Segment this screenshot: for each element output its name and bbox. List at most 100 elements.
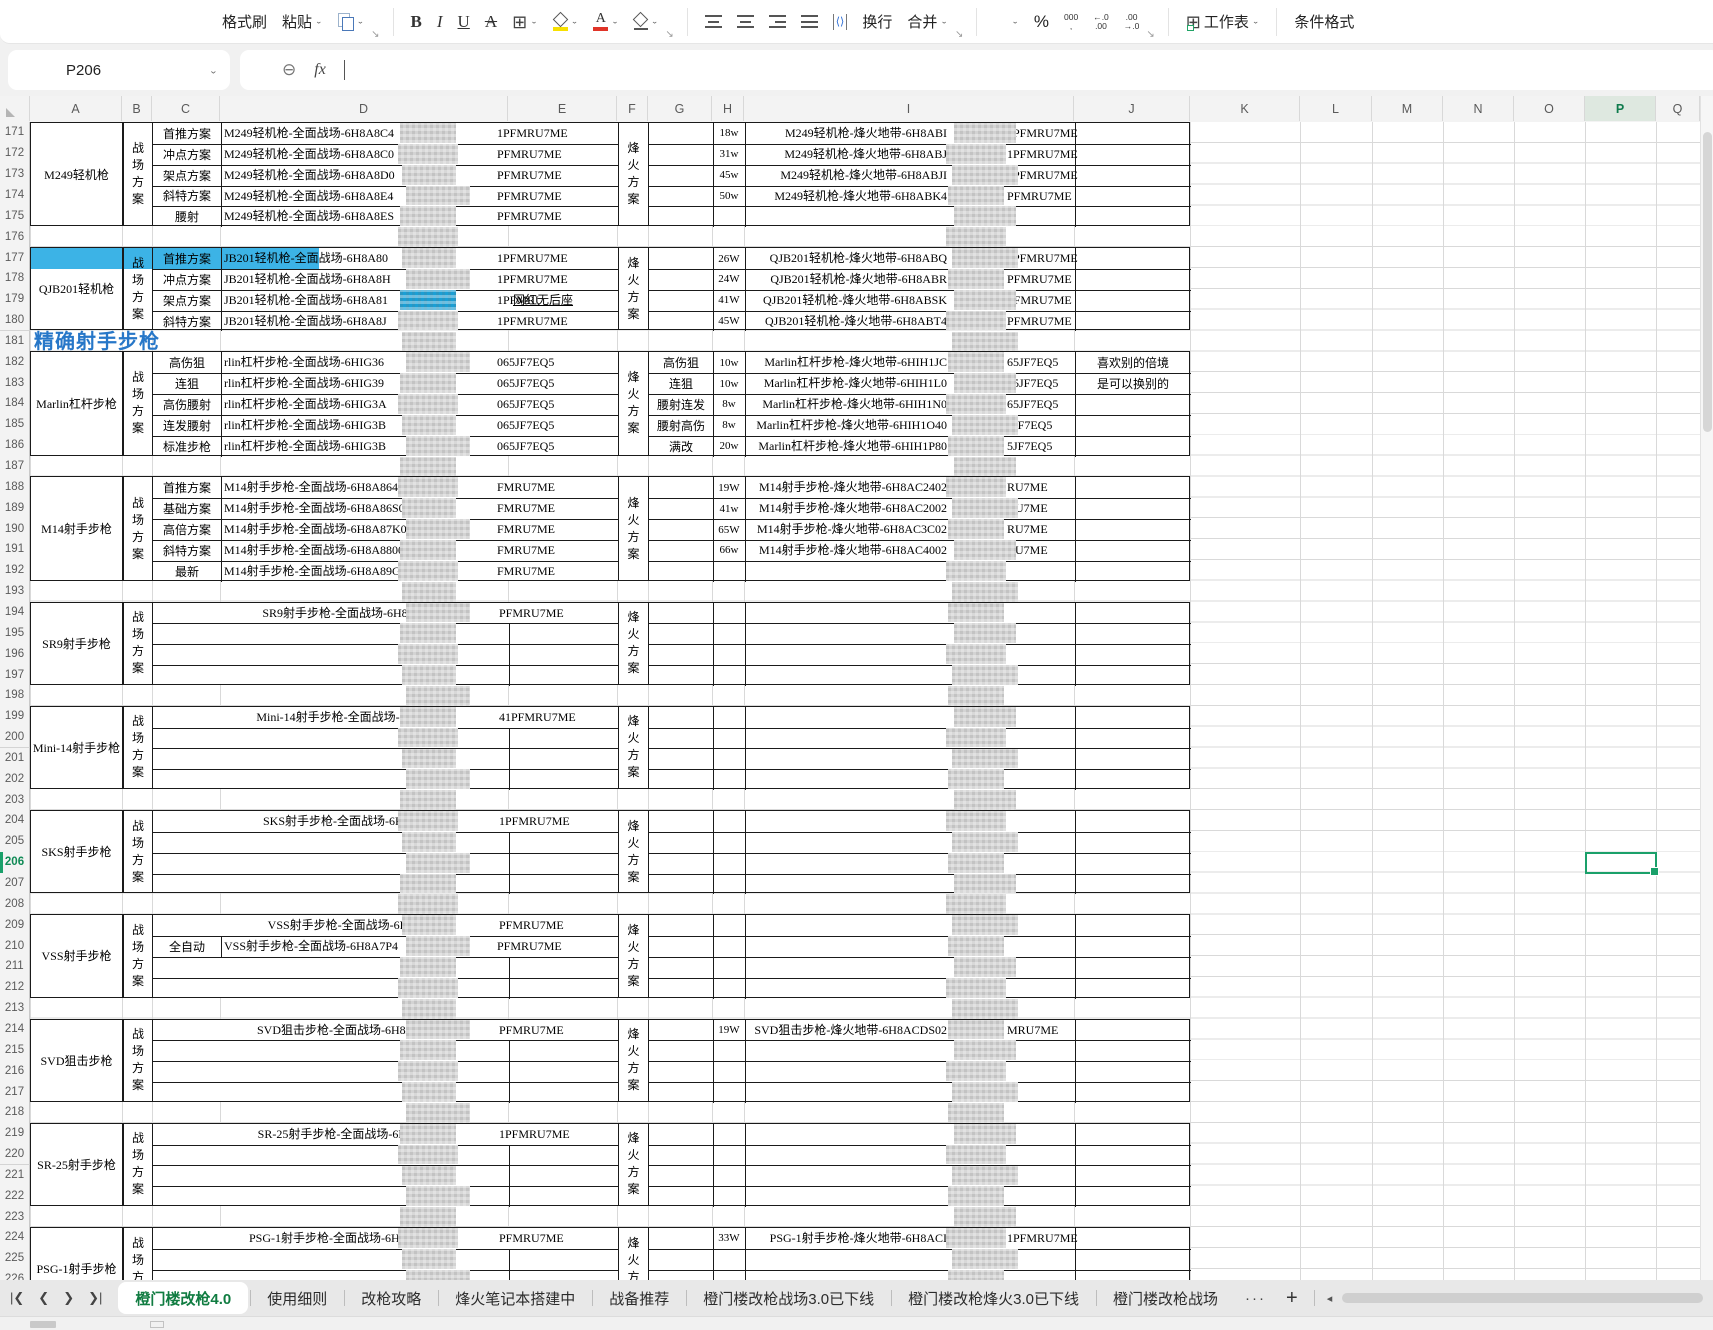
scroll-left-icon[interactable]: ◂	[1321, 1292, 1339, 1305]
cell-code-bonfire[interactable]: M14射手步枪-烽火地带-6H8AC3C02 RU7ME	[745, 519, 1075, 540]
row-header-213[interactable]: 213	[0, 997, 30, 1020]
add-sheet-button[interactable]: +	[1276, 1287, 1308, 1310]
conditional-format-button[interactable]: 条件格式	[1294, 11, 1354, 32]
row-header-199[interactable]: 199	[0, 705, 30, 728]
cell-scheme-label[interactable]: 基础方案	[153, 498, 221, 519]
cell-scheme-label[interactable]: 架点方案	[153, 165, 221, 186]
row-header-202[interactable]: 202	[0, 768, 30, 791]
cell-battlefield-scheme[interactable]: 战场方案	[123, 915, 153, 997]
cell-code-bonfire[interactable]: M249轻机枪-烽火地带-6H8ABK4 PFMRU7ME	[745, 186, 1075, 207]
wrap-text-button[interactable]: 换行	[862, 11, 892, 32]
cell-scheme-label[interactable]: 冲点方案	[153, 269, 221, 290]
cell-remark[interactable]: 喜欢别的倍境	[1075, 352, 1191, 373]
align-top-button[interactable]	[704, 15, 722, 28]
row-header-215[interactable]: 215	[0, 1039, 30, 1062]
cell-scheme-label[interactable]: 架点方案	[153, 290, 221, 311]
sheet-tab-橙门楼改枪战场3.0已下线[interactable]: 橙门楼改枪战场3.0已下线	[686, 1280, 891, 1316]
decrease-decimal-button[interactable]: ←.0.00	[1093, 12, 1109, 31]
format-painter-button[interactable]: 格式刷	[222, 11, 267, 32]
row-header-222[interactable]: 222	[0, 1185, 30, 1208]
row-header-210[interactable]: 210	[0, 935, 30, 957]
cell-code-battlefield[interactable]: Mini-14射手步枪-全面战场-6H8A7 41PFMRU7ME	[153, 707, 618, 728]
cell-price[interactable]: 41w	[713, 498, 745, 519]
paste-special-button[interactable]: ⌄	[337, 13, 364, 31]
column-header-Q[interactable]: Q	[1656, 96, 1700, 121]
column-header-B[interactable]: B	[122, 96, 152, 121]
row-header-207[interactable]: 207	[0, 872, 30, 895]
row-header-178[interactable]: 178	[0, 267, 30, 290]
cell-code-bonfire[interactable]: M14射手步枪-烽火地带-6H8AC2402 RU7ME	[745, 477, 1075, 498]
cell-price[interactable]: 19W	[713, 1020, 745, 1041]
column-header-P[interactable]: P	[1585, 96, 1656, 121]
text-direction-icon[interactable]: ⟨⟩	[832, 13, 848, 30]
name-box[interactable]: P206 ⌄	[8, 50, 230, 90]
selected-cell-P206[interactable]	[1585, 851, 1659, 876]
cell-battlefield-scheme[interactable]: 战场方案	[123, 248, 153, 330]
cell-gun-name[interactable]: SKS射手步枪	[31, 811, 123, 893]
fill-color-button[interactable]: ⌄	[552, 11, 578, 31]
cell-gun-name[interactable]: VSS射手步枪	[31, 915, 123, 997]
cell-scheme-label[interactable]: 最新	[153, 561, 221, 582]
cell-code-battlefield[interactable]: SR9射手步枪-全面战场-6H8A7JC PFMRU7ME	[153, 603, 618, 624]
sheet-tab-战备推荐[interactable]: 战备推荐	[592, 1280, 686, 1316]
cell-price[interactable]: 65W	[713, 519, 745, 540]
cell-gun-name[interactable]: M14射手步枪	[31, 477, 123, 580]
cell-battlefield-scheme[interactable]: 战场方案	[123, 123, 153, 226]
cell-scheme-label[interactable]: 高倍方案	[153, 519, 221, 540]
cell-scheme-label[interactable]: 斜特方案	[153, 311, 221, 332]
cell-bonfire-label[interactable]: 腰射高伤	[649, 415, 713, 436]
row-header-197[interactable]: 197	[0, 664, 30, 686]
row-header-183[interactable]: 183	[0, 372, 30, 395]
row-header-201[interactable]: 201	[0, 747, 30, 770]
cell-code-bonfire[interactable]: SVD狙击步枪-烽火地带-6H8ACDS02 MRU7ME	[745, 1020, 1075, 1041]
strikethrough-button[interactable]: A	[485, 12, 497, 32]
row-header-217[interactable]: 217	[0, 1081, 30, 1103]
cell-code-bonfire[interactable]: PSG-1射手步枪-烽火地带-6H8ACI 1PFMRU7ME	[745, 1228, 1078, 1249]
cell-code-bonfire[interactable]: Marlin杠杆步枪-烽火地带-6HIH1P80 5JF7EQ5	[745, 436, 1075, 457]
row-header-211[interactable]: 211	[0, 956, 30, 978]
sheet-tab-改枪攻略[interactable]: 改枪攻略	[344, 1280, 438, 1316]
worksheet-button[interactable]: ⊞ 工作表 ⌄	[1186, 11, 1260, 32]
row-header-223[interactable]: 223	[0, 1206, 30, 1229]
percent-style-button[interactable]: %	[1034, 12, 1049, 32]
cell-battlefield-scheme[interactable]: 战场方案	[123, 1019, 153, 1101]
row-header-175[interactable]: 175	[0, 205, 30, 228]
cell-code-battlefield[interactable]: SR-25射手步枪-全面战场-6H8A7L 1PFMRU7ME	[153, 1124, 618, 1145]
row-header-216[interactable]: 216	[0, 1060, 30, 1083]
row-header-191[interactable]: 191	[0, 539, 30, 561]
cell-code-battlefield[interactable]: SKS射手步枪-全面战场-6H8A7M 1PFMRU7ME	[153, 811, 618, 832]
column-header-J[interactable]: J	[1074, 96, 1190, 121]
cell-price[interactable]: 20w	[713, 436, 745, 457]
cell-code-bonfire[interactable]: QJB201轻机枪-烽火地带-6H8ABQ 1PFMRU7ME	[745, 248, 1078, 269]
cell-bonfire-scheme[interactable]: 烽火方案	[618, 1123, 649, 1206]
row-header-189[interactable]: 189	[0, 497, 30, 520]
font-color-button[interactable]: A ⌄	[593, 12, 619, 31]
cell-gun-name[interactable]: SVD狙击步枪	[31, 1019, 123, 1101]
number-format-button[interactable]: ⌄	[994, 13, 1019, 31]
row-header-190[interactable]: 190	[0, 518, 30, 540]
row-header-194[interactable]: 194	[0, 601, 30, 624]
row-header-186[interactable]: 186	[0, 434, 30, 457]
row-header-204[interactable]: 204	[0, 810, 30, 832]
row-header-179[interactable]: 179	[0, 288, 30, 311]
cell-battlefield-scheme[interactable]: 战场方案	[123, 602, 153, 684]
row-header-172[interactable]: 172	[0, 142, 30, 165]
row-header-225[interactable]: 225	[0, 1247, 30, 1270]
formula-bar[interactable]: ⊖ fx	[240, 50, 1713, 90]
cell-bonfire-scheme[interactable]: 烽火方案	[618, 1019, 649, 1101]
cell-code-bonfire[interactable]: Marlin杠杆步枪-烽火地带-6HIH1L0 65JF7EQ5	[745, 373, 1075, 394]
cell-bonfire-scheme[interactable]: 烽火方案	[618, 811, 649, 893]
paste-button[interactable]: 粘贴 ⌄	[282, 11, 323, 32]
cell-price[interactable]: 10w	[713, 373, 745, 394]
cell-battlefield-scheme[interactable]: 战场方案	[123, 1228, 153, 1280]
row-header-214[interactable]: 214	[0, 1018, 30, 1041]
column-header-O[interactable]: O	[1514, 96, 1585, 121]
cell-gun-name[interactable]: SR-25射手步枪	[31, 1123, 123, 1206]
row-header-193[interactable]: 193	[0, 580, 30, 603]
column-header-I[interactable]: I	[744, 96, 1074, 121]
vertical-scrollbar-thumb[interactable]	[1703, 132, 1712, 432]
column-header-M[interactable]: M	[1372, 96, 1443, 121]
cell-bonfire-label[interactable]: 高伤狙	[649, 352, 713, 373]
cell-bonfire-label[interactable]: 腰射连发	[649, 394, 713, 415]
cell-battlefield-scheme[interactable]: 战场方案	[123, 1123, 153, 1206]
